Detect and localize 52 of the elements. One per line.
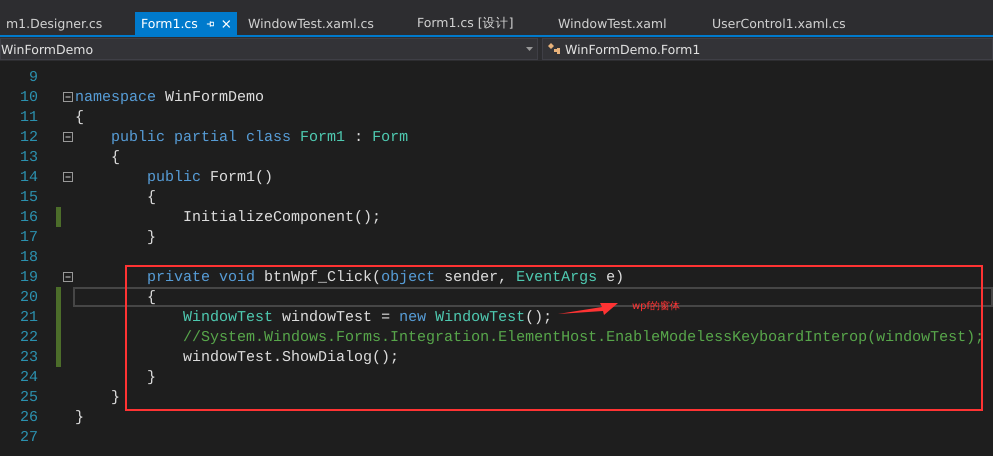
line-number: 15 — [18, 188, 38, 206]
file-tab[interactable]: Form1.cs [设计] — [411, 12, 552, 35]
line-number: 21 — [18, 308, 38, 326]
line-number: 9 — [28, 68, 38, 86]
close-icon[interactable] — [222, 18, 231, 28]
code-line: { — [146, 288, 156, 306]
line-number: 22 — [18, 328, 38, 346]
file-tab[interactable]: WindowTest.xaml.cs — [242, 12, 411, 35]
line-number: 18 — [18, 248, 38, 266]
line-number: 19 — [18, 268, 38, 286]
file-tab[interactable]: WindowTest.xaml — [552, 12, 706, 35]
type-dropdown[interactable]: WinFormDemo.Form1 — [542, 38, 993, 60]
line-number: 17 — [18, 228, 38, 246]
code-line: InitializeComponent(); — [182, 208, 382, 226]
code-line: { — [146, 188, 156, 206]
line-number: 25 — [18, 388, 38, 406]
code-line: } — [146, 228, 156, 246]
code-line: public partial class Form1 : Form — [110, 128, 408, 146]
code-line: } — [146, 368, 156, 386]
code-line: WindowTest windowTest = new WindowTest(); — [182, 308, 552, 326]
file-tab[interactable]: UserControl1.xaml.cs — [706, 12, 852, 35]
pin-icon[interactable] — [206, 18, 214, 28]
file-tab[interactable]: m1.Designer.cs — [0, 12, 135, 35]
line-number: 23 — [18, 348, 38, 366]
line-number: 10 — [18, 88, 38, 106]
line-number: 26 — [18, 408, 38, 426]
code-line: private void btnWpf_Click(object sender, EventArgs e) — [146, 268, 624, 286]
class-icon — [547, 43, 561, 55]
fold-icon[interactable] — [63, 272, 73, 282]
project-dropdown[interactable]: WinFormDemo — [0, 38, 538, 60]
code-line: windowTest.ShowDialog(); — [182, 348, 400, 366]
code-line: public Form1() — [146, 168, 274, 186]
line-number: 16 — [18, 208, 38, 226]
caret-icon — [526, 47, 533, 51]
file-tab[interactable]: Form1.cs — [135, 12, 237, 35]
fold-icon[interactable] — [63, 172, 73, 182]
line-number: 24 — [18, 368, 38, 386]
fold-icon[interactable] — [63, 132, 73, 142]
line-number: 27 — [18, 428, 38, 446]
line-number: 11 — [18, 108, 38, 126]
code-line: { — [110, 148, 120, 166]
code-line: //System.Windows.Forms.Integration.ElementHost.EnableModelessKeyboardInterop(windowTest); — [182, 328, 984, 346]
annotation-text: wpf的窗体 — [632, 300, 680, 313]
line-number: 14 — [18, 168, 38, 186]
line-number: 13 — [18, 148, 38, 166]
code-line: { — [75, 108, 84, 126]
code-line: } — [110, 388, 120, 406]
code-line: namespace WinFormDemo — [75, 88, 264, 106]
code-line: } — [75, 408, 84, 426]
fold-icon[interactable] — [63, 92, 73, 102]
line-number: 12 — [18, 128, 38, 146]
line-number: 20 — [18, 288, 38, 306]
